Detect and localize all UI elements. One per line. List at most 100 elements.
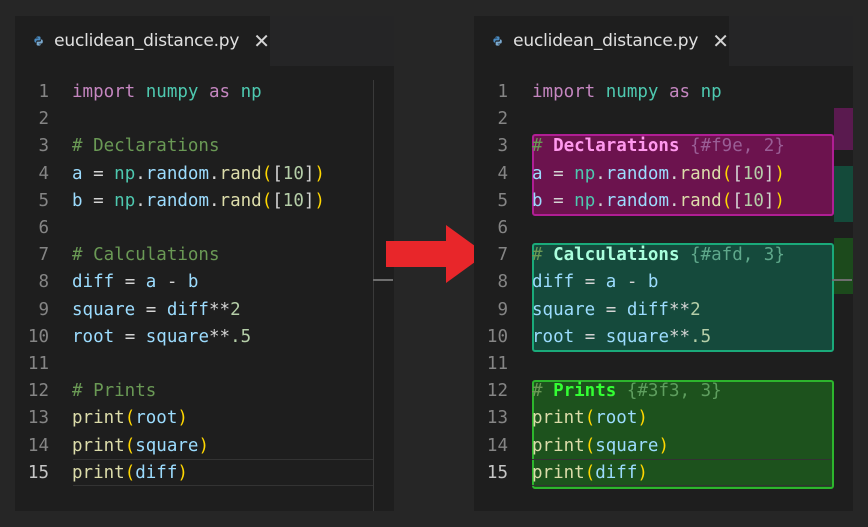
code-line[interactable]: 5 b = np.random.rand([10]) [15,188,394,215]
python-file-icon [34,36,43,46]
code-text: root = square**.5 [532,326,712,347]
code-text: a = np.random.rand([10]) [532,163,785,184]
code-line[interactable]: 7 # Calculations [15,242,394,269]
code-line[interactable]: 6 [15,215,394,242]
line-number: 8 [497,272,508,293]
code-line[interactable]: 10 root = square**.5 [474,324,853,351]
code-line[interactable]: 10 root = square**.5 [15,324,394,351]
code-text: import numpy as np [72,82,262,102]
code-editor[interactable]: 1 import numpy as np 2 3 # Declarations {#f9… [474,79,853,511]
code-text: b = np.random.rand([10]) [532,190,785,211]
code-line[interactable]: 14 print(square) [474,433,853,460]
code-text: # Calculations [72,245,220,266]
close-icon[interactable]: ✕ [253,31,270,51]
line-number: 9 [497,299,508,320]
code-text: print(root) [72,408,188,429]
line-number: 15 [486,462,508,483]
tab-bar: euclidean_distance.py ✕ [15,16,394,66]
code-line[interactable]: 2 [474,106,853,133]
tab-title: euclidean_distance.py [54,31,240,51]
code-text: print(diff) [532,462,648,483]
code-text: # Prints {#3f3, 3} [532,381,722,402]
line-number: 6 [497,218,508,238]
line-number: 4 [497,163,508,184]
minimap-region-prints [834,238,853,294]
code-line[interactable]: 7 # Calculations {#afd, 3} [474,242,853,269]
tab-euclidean-distance[interactable]: euclidean_distance.py ✕ [474,16,729,66]
line-number: 2 [497,109,508,130]
line-number: 10 [27,326,49,347]
minimap-region-declarations [834,108,853,150]
code-line[interactable]: 3 # Declarations [15,133,394,160]
right-arrow-icon [386,225,486,283]
close-icon[interactable]: ✕ [712,31,729,51]
line-number: 14 [27,435,49,456]
code-text: square = diff**2 [532,299,701,320]
line-number: 1 [38,82,49,102]
line-number: 7 [497,245,508,266]
code-line[interactable]: 1 import numpy as np [474,79,853,106]
code-line[interactable]: 12 # Prints {#3f3, 3} [474,378,853,405]
line-number: 10 [486,326,508,347]
code-line[interactable]: 3 # Declarations {#f9e, 2} [474,133,853,160]
line-number: 11 [27,354,49,374]
line-number: 6 [38,218,49,238]
code-line[interactable]: 13 print(root) [15,405,394,432]
tab-euclidean-distance[interactable]: euclidean_distance.py ✕ [15,16,270,66]
region-tag: {#afd, 3} [679,245,785,266]
code-line[interactable]: 4 a = np.random.rand([10]) [474,161,853,188]
code-line[interactable]: 2 [15,106,394,133]
line-number: 15 [27,462,49,483]
code-editor[interactable]: 1 import numpy as np 2 3 # Declarations 4 a = … [15,79,394,511]
code-line[interactable]: 8 diff = a - b [15,269,394,296]
scrollbar-cursor-marker [832,279,852,281]
line-number: 2 [38,109,49,130]
line-number: 5 [38,190,49,211]
region-tag: {#3f3, 3} [616,381,722,402]
code-text: print(root) [532,408,648,429]
line-number: 11 [486,354,508,374]
code-line[interactable]: 8 diff = a - b [474,269,853,296]
code-line[interactable]: 5 b = np.random.rand([10]) [474,188,853,215]
tab-title: euclidean_distance.py [513,31,699,51]
line-number: 12 [27,381,49,402]
code-line[interactable]: 9 square = diff**2 [474,297,853,324]
python-file-icon [493,36,502,46]
line-number: 4 [38,163,49,184]
line-number: 3 [38,136,49,157]
line-number: 5 [497,190,508,211]
code-text: import numpy as np [532,82,722,102]
code-line[interactable]: 13 print(root) [474,405,853,432]
line-number: 13 [27,408,49,429]
code-text: # Declarations [72,136,220,157]
code-text: # Declarations {#f9e, 2} [532,136,785,157]
code-text: diff = a - b [532,272,659,293]
code-text: print(square) [72,435,209,456]
code-line[interactable]: 9 square = diff**2 [15,297,394,324]
code-line[interactable]: 14 print(square) [15,433,394,460]
code-line[interactable]: 12 # Prints [15,378,394,405]
code-text: print(diff) [72,462,188,483]
code-line[interactable]: 15 print(diff) [474,460,853,487]
tab-bar: euclidean_distance.py ✕ [474,16,853,66]
code-text: b = np.random.rand([10]) [72,190,325,211]
line-number: 13 [486,408,508,429]
code-line[interactable]: 4 a = np.random.rand([10]) [15,161,394,188]
code-line[interactable]: 11 [474,351,853,378]
code-line[interactable]: 11 [15,351,394,378]
code-text: root = square**.5 [72,326,252,347]
line-number: 7 [38,245,49,266]
minimap-region-calculations [834,166,853,222]
scrollbar[interactable] [373,80,394,511]
line-number: 8 [38,272,49,293]
code-line[interactable]: 6 [474,215,853,242]
region-name: Declarations [553,136,680,157]
code-text: print(square) [532,435,669,456]
line-number: 9 [38,299,49,320]
code-line[interactable]: 1 import numpy as np [15,79,394,106]
region-tag: {#f9e, 2} [679,136,785,157]
code-line[interactable]: 15 print(diff) [15,460,394,487]
line-number: 12 [486,381,508,402]
code-text: a = np.random.rand([10]) [72,163,325,184]
code-text: # Calculations {#afd, 3} [532,245,785,266]
